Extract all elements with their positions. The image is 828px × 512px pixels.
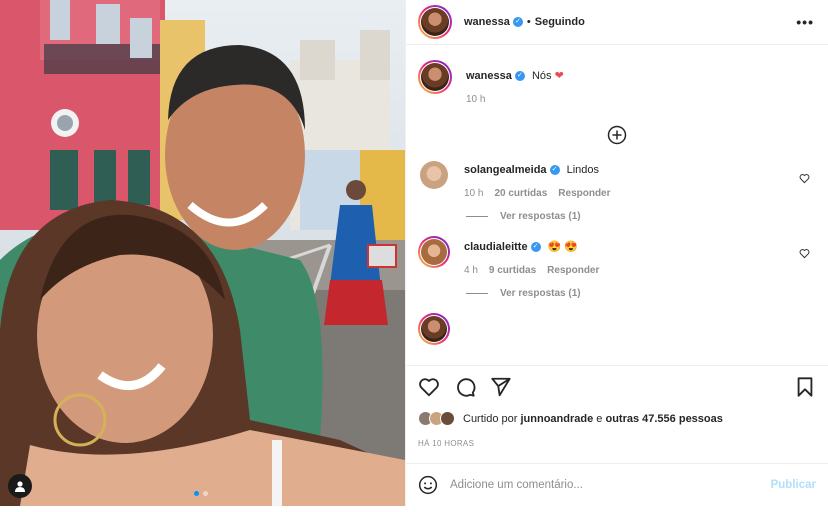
caption-row: wanessa ✓ Nós ❤ 10 h [418,60,816,105]
load-more-comments-button[interactable] [418,125,816,145]
carousel-dot [203,491,208,496]
caption-avatar [421,63,449,91]
author-avatar-ring[interactable] [418,5,452,39]
tagged-users-button[interactable] [8,474,32,498]
caption-time[interactable]: 10 h [466,94,485,105]
post-photo-image [0,0,405,506]
liker-avatar [440,411,455,426]
post-header: wanessa ✓ • Seguindo ••• [406,0,828,45]
likes-conjunction: e [596,412,603,425]
heart-emoji-icon: ❤ [554,70,564,82]
comment-text: Lindos [566,164,600,176]
comment-likes[interactable]: 20 curtidas [494,188,547,199]
author-avatar [421,8,449,36]
more-options-icon[interactable]: ••• [796,14,814,30]
comments-list[interactable]: wanessa ✓ Nós ❤ 10 h solangealmeida ✓ Lind… [406,45,828,365]
comment-bubble-icon[interactable] [454,376,476,398]
replies-divider [466,216,488,217]
comment-time[interactable]: 10 h [464,188,483,199]
like-comment-icon[interactable] [799,173,810,184]
comment-avatar-ring[interactable] [418,313,450,345]
comment-username[interactable]: solangealmeida [464,164,547,176]
view-replies-label: Ver respostas (1) [500,211,581,222]
comment-item: claudialeitte ✓ 😍 😍 4 h 9 curtidas Respon… [418,236,816,276]
add-comment-bar: Adicione um comentário... Publicar [406,463,828,506]
caption-text: Nós [531,70,552,82]
share-send-icon[interactable] [490,376,512,398]
view-replies-button[interactable]: Ver respostas (1) [466,288,816,299]
reply-button[interactable]: Responder [547,265,599,276]
user-icon [15,481,25,492]
verified-icon: ✓ [549,165,560,176]
comment-avatar-ring[interactable] [418,236,450,268]
reply-button[interactable]: Responder [558,188,610,199]
replies-divider [466,293,488,294]
like-comment-icon[interactable] [799,248,810,259]
comment-input[interactable]: Adicione um comentário... [450,479,771,491]
likers-avatars[interactable] [418,411,455,426]
likes-summary: Curtido por junnoandrade e outras 47.556… [418,411,816,426]
view-replies-label: Ver respostas (1) [500,288,581,299]
plus-circle-icon [607,125,627,145]
post-details-panel: wanessa ✓ • Seguindo ••• wanessa ✓ Nós ❤ … [405,0,828,506]
comment-item-partial [418,313,816,345]
comment-item: solangealmeida ✓ Lindos 10 h 20 curtidas … [418,161,816,199]
author-username[interactable]: wanessa [464,16,510,28]
post-timestamp[interactable]: HÁ 10 HORAS [418,439,816,448]
verified-icon: ✓ [512,17,523,27]
likes-prefix: Curtido por [463,412,518,425]
follow-status-button[interactable]: Seguindo [535,16,585,28]
caption-username[interactable]: wanessa [466,70,512,82]
view-replies-button[interactable]: Ver respostas (1) [466,211,816,222]
likes-others-count[interactable]: outras 47.556 pessoas [605,413,722,425]
post-photo[interactable] [0,0,405,506]
verified-icon: ✓ [530,242,541,253]
verified-icon: ✓ [514,71,525,82]
comment-time[interactable]: 4 h [464,265,478,276]
comment-text: 😍 😍 [547,241,579,253]
header-separator: • [526,16,531,28]
caption-avatar-ring[interactable] [418,60,452,94]
comment-avatar [421,316,447,342]
save-bookmark-icon[interactable] [794,376,816,398]
comment-avatar [421,239,447,265]
carousel-indicator [194,491,208,496]
publish-button[interactable]: Publicar [771,479,816,491]
like-heart-icon[interactable] [418,376,440,398]
carousel-dot [194,491,199,496]
emoji-icon[interactable] [418,475,438,495]
liker-username[interactable]: junnoandrade [520,413,593,425]
comment-likes[interactable]: 9 curtidas [489,265,536,276]
comment-username[interactable]: claudialeitte [464,241,528,253]
comment-avatar[interactable] [420,161,448,189]
